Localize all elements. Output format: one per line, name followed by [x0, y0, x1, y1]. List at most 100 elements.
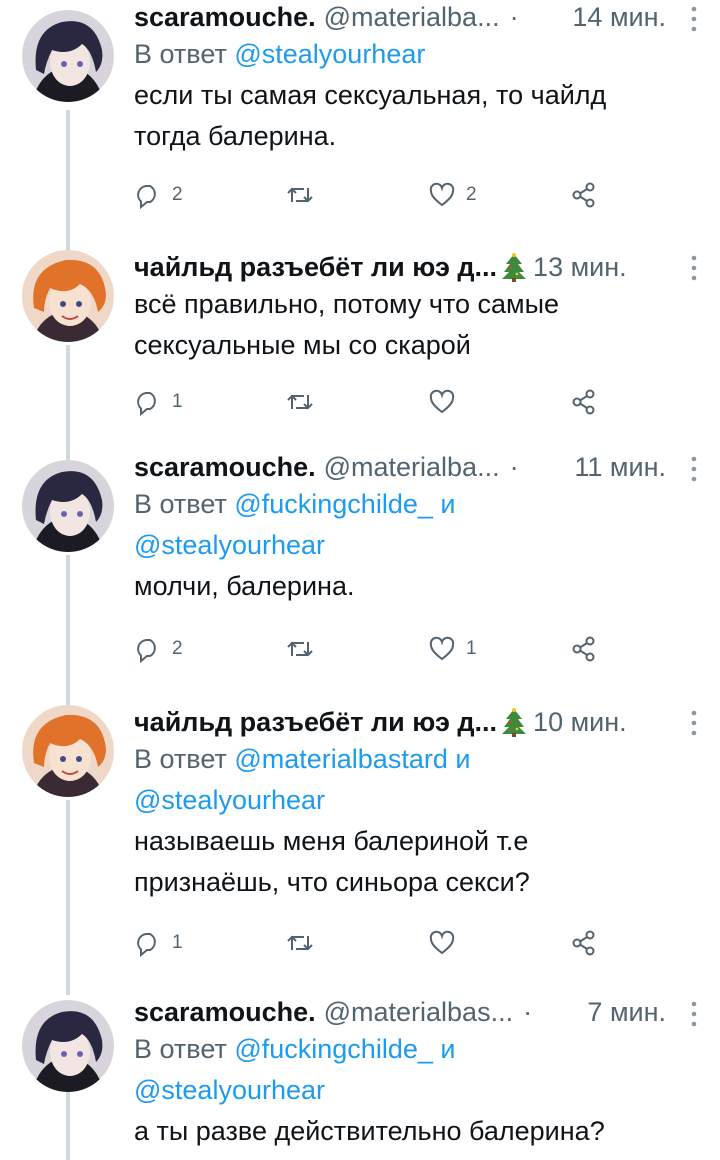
- mention-link[interactable]: @stealyourhear: [234, 39, 425, 69]
- retweet-icon: [287, 641, 313, 657]
- tweet[interactable]: scaramouche. @materialba... · 11 мин. В …: [0, 450, 720, 695]
- separator-dot: ·: [523, 997, 533, 1027]
- retweet-icon: [287, 394, 313, 410]
- like-button[interactable]: 1: [428, 632, 477, 666]
- avatar-scaramouche[interactable]: [22, 460, 114, 552]
- more-icon[interactable]: [684, 253, 704, 283]
- avatar-image: [22, 460, 114, 552]
- reply-count: 2: [172, 184, 183, 205]
- more-icon[interactable]: [684, 4, 704, 34]
- share-button[interactable]: [570, 632, 598, 666]
- tweet-text-line: признаёшь, что синьора секси?: [134, 867, 530, 897]
- reply-prefix: В ответ: [134, 744, 227, 774]
- share-icon: [572, 389, 595, 415]
- avatar-scaramouche[interactable]: [22, 1000, 114, 1092]
- mention-link[interactable]: @materialbastard: [234, 744, 448, 774]
- tweet[interactable]: чайльд разъебёт ли юэ д... 10 мин. В отв…: [0, 700, 720, 985]
- retweet-button[interactable]: [286, 632, 324, 666]
- share-icon: [572, 636, 595, 662]
- timestamp[interactable]: 10 мин.: [533, 705, 627, 739]
- separator-dot: ·: [509, 2, 519, 32]
- avatar-image: [22, 250, 114, 342]
- retweet-button[interactable]: [286, 385, 324, 419]
- avatar-image: [22, 1000, 114, 1092]
- author-name[interactable]: scaramouche.: [134, 450, 316, 484]
- reply-and: и: [455, 744, 471, 774]
- share-button[interactable]: [570, 926, 598, 960]
- mention-link[interactable]: @stealyourhear: [134, 530, 325, 560]
- like-button[interactable]: 2: [428, 178, 477, 212]
- mention-link[interactable]: @stealyourhear: [134, 785, 325, 815]
- tweet-text: если ты самая сексуальная, то чайлд тогд…: [134, 75, 666, 157]
- like-icon: [429, 636, 455, 661]
- author-name[interactable]: scaramouche.: [134, 0, 316, 34]
- tweet-thread: scaramouche. @materialba... · 14 мин. В …: [0, 0, 720, 1160]
- retweet-button[interactable]: [286, 926, 324, 960]
- like-icon: [429, 930, 455, 955]
- timestamp[interactable]: 7 мин.: [587, 995, 666, 1029]
- more-icon[interactable]: [684, 454, 704, 484]
- reply-and: и: [440, 489, 456, 519]
- share-icon: [572, 182, 595, 208]
- reply-prefix: В ответ: [134, 1034, 227, 1064]
- retweet-icon: [287, 187, 313, 203]
- reply-button[interactable]: 2: [134, 632, 183, 666]
- reply-context: В ответ @stealyourhear: [134, 34, 666, 75]
- tweet-text: молчи, балерина.: [134, 566, 666, 607]
- retweet-button[interactable]: [286, 178, 324, 212]
- tweet-text-line: тогда балерина.: [134, 121, 337, 151]
- reply-button[interactable]: 1: [134, 385, 183, 419]
- author-handle[interactable]: @materialba...: [324, 450, 500, 484]
- mention-link[interactable]: @fuckingchilde_: [234, 489, 433, 519]
- share-button[interactable]: [570, 385, 598, 419]
- reply-button[interactable]: 2: [134, 178, 183, 212]
- reply-count: 2: [172, 638, 183, 659]
- author-name[interactable]: чайльд разъебёт ли юэ д...: [134, 705, 497, 739]
- author-name[interactable]: scaramouche.: [134, 995, 316, 1029]
- tweet[interactable]: scaramouche. @materialbas... · 7 мин. В …: [0, 995, 720, 1160]
- reply-button[interactable]: 1: [134, 926, 183, 960]
- avatar-scaramouche[interactable]: [22, 10, 114, 102]
- share-icon: [572, 930, 595, 956]
- timestamp[interactable]: 14 мин.: [572, 0, 666, 34]
- tweet-text-line: если ты самая сексуальная, то чайлд: [134, 80, 607, 110]
- tweet[interactable]: scaramouche. @materialba... · 14 мин. В …: [0, 0, 720, 230]
- avatar-childe[interactable]: [22, 250, 114, 342]
- christmas-tree-icon: [502, 253, 527, 282]
- tweet-text: а ты разве действительно балерина?: [134, 1111, 666, 1152]
- tweet-text-line: а ты разве действительно балерина?: [134, 1116, 605, 1146]
- more-icon[interactable]: [684, 708, 704, 738]
- mention-link[interactable]: @fuckingchilde_: [234, 1034, 433, 1064]
- like-button[interactable]: [428, 385, 466, 419]
- tweet-text: всё правильно, потому что самые сексуаль…: [134, 284, 666, 366]
- avatar-image: [22, 705, 114, 797]
- mention-link[interactable]: @stealyourhear: [134, 1075, 325, 1105]
- reply-prefix: В ответ: [134, 39, 227, 69]
- like-icon: [429, 182, 455, 207]
- author-name[interactable]: чайльд разъебёт ли юэ д...: [134, 250, 497, 284]
- more-icon[interactable]: [684, 999, 704, 1029]
- reply-and: и: [440, 1034, 456, 1064]
- reply-count: 1: [172, 932, 183, 953]
- reply-icon: [137, 933, 156, 957]
- reply-context: В ответ @fuckingchilde_ и: [134, 1029, 666, 1070]
- reply-context: @stealyourhear: [134, 780, 666, 821]
- reply-context: В ответ @materialbastard и: [134, 739, 666, 780]
- reply-context: @stealyourhear: [134, 1070, 666, 1111]
- reply-icon: [137, 392, 156, 416]
- christmas-tree-icon: [502, 708, 527, 737]
- timestamp[interactable]: 13 мин.: [533, 250, 627, 284]
- like-button[interactable]: [428, 926, 466, 960]
- tweet-text-line: сексуальные мы со скарой: [134, 330, 471, 360]
- tweet-text-line: всё правильно, потому что самые: [134, 289, 560, 319]
- avatar-childe[interactable]: [22, 705, 114, 797]
- reply-icon: [137, 639, 156, 663]
- tweet-text-line: называешь меня балериной т.е: [134, 826, 529, 856]
- author-handle[interactable]: @materialbas...: [324, 995, 513, 1029]
- reply-count: 1: [172, 391, 183, 412]
- timestamp[interactable]: 11 мин.: [574, 450, 666, 484]
- tweet[interactable]: чайльд разъебёт ли юэ д... 13 мин. всё п…: [0, 245, 720, 445]
- like-count: 2: [466, 184, 477, 205]
- author-handle[interactable]: @materialba...: [324, 0, 500, 34]
- share-button[interactable]: [570, 178, 598, 212]
